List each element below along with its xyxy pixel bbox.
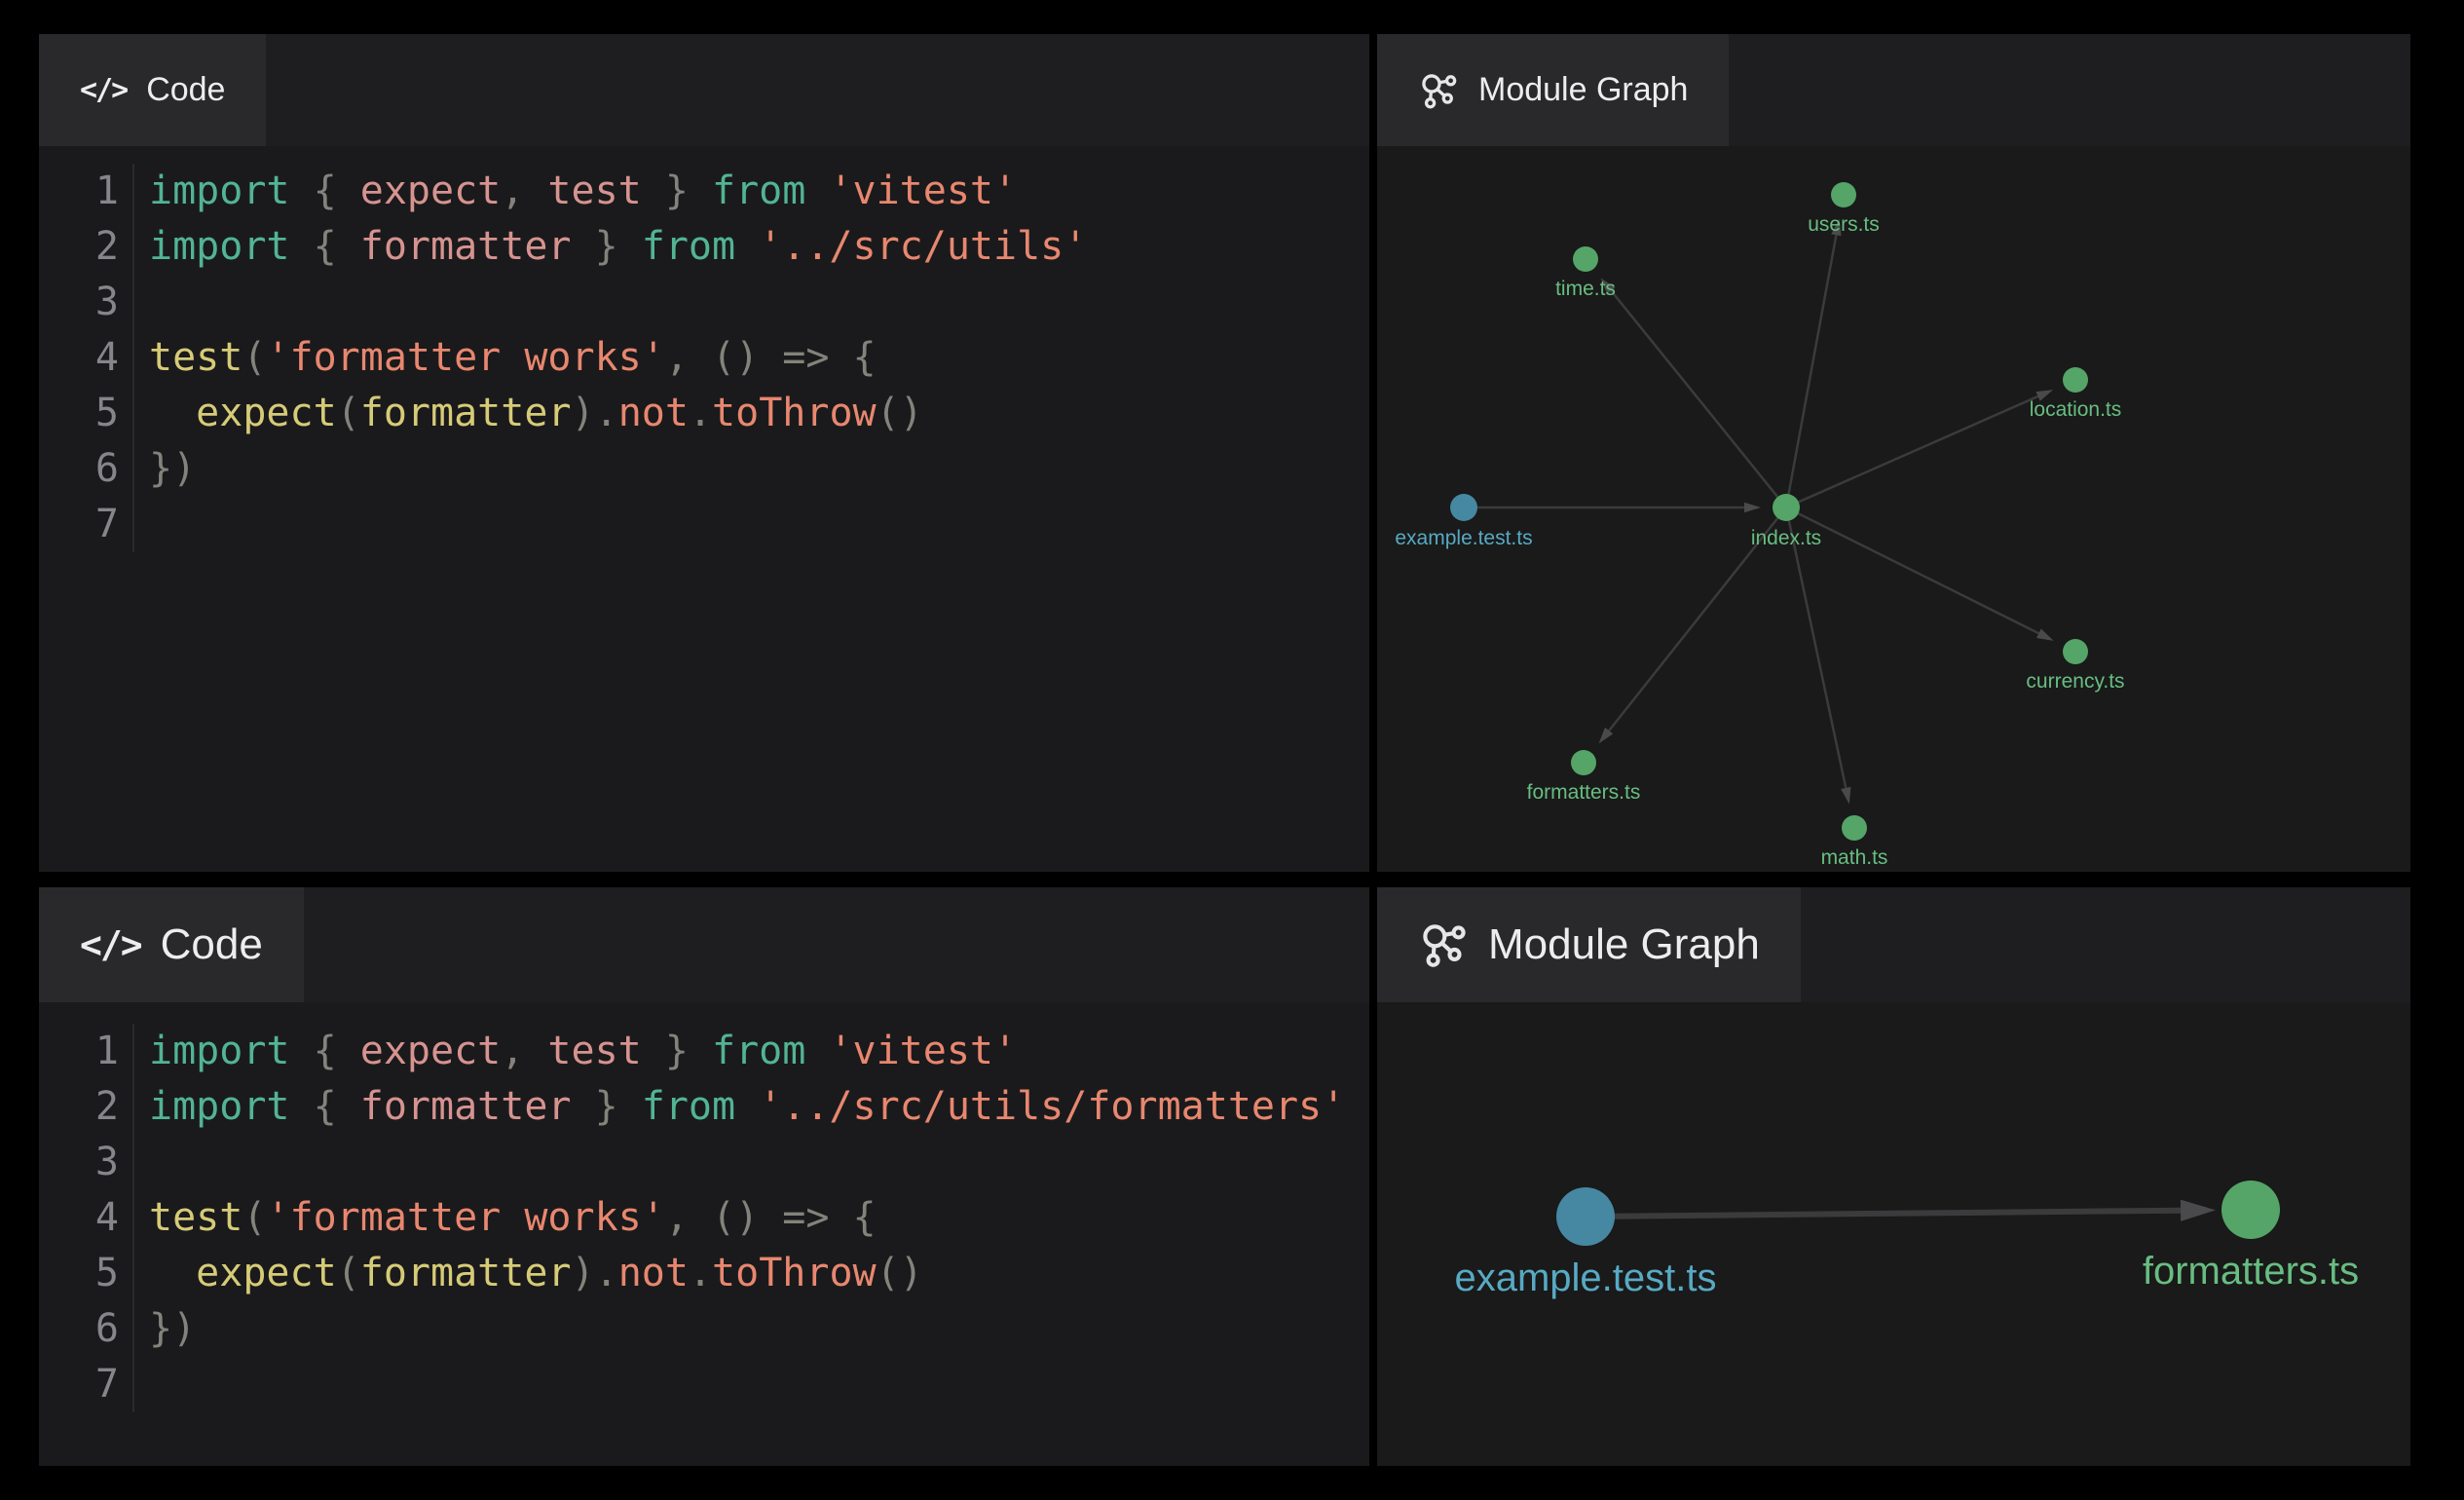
line-number: 2 [39, 1079, 119, 1135]
line-number: 1 [39, 1024, 119, 1079]
code-line [149, 497, 1087, 552]
code-line: test('formatter works', () => { [149, 330, 1087, 386]
graph-node-example.test.ts[interactable] [1556, 1187, 1615, 1246]
graph-node-index.ts[interactable] [1773, 494, 1800, 521]
tab-code-bottom[interactable]: </> Code [39, 887, 304, 1002]
graph-node-label-example.test.ts: example.test.ts [1454, 1256, 1716, 1299]
code-icon: </> [80, 923, 141, 966]
graph-edge-arrowhead [2181, 1200, 2216, 1221]
module-graph-icon [1418, 919, 1469, 970]
code-line: expect(formatter).not.toThrow() [149, 386, 1087, 441]
graph-edge [1613, 1211, 2181, 1217]
graph-edge [1797, 396, 2038, 503]
graph-node-math.ts[interactable] [1842, 815, 1867, 841]
graph-node-label-formatters.ts: formatters.ts [1527, 781, 1641, 804]
graph-node-label-currency.ts: currency.ts [2026, 670, 2124, 693]
code-line: import { expect, test } from 'vitest' [149, 164, 1087, 219]
graph-node-label-math.ts: math.ts [1821, 846, 1888, 869]
graph-node-label-formatters.ts: formatters.ts [2143, 1250, 2359, 1293]
line-number: 6 [39, 1301, 119, 1357]
module-graph-panel-bottom: Module Graph example.test.ts formatters.t… [1377, 887, 2410, 1466]
graph-edge [1788, 519, 1846, 788]
graph-node-users.ts[interactable] [1831, 182, 1856, 207]
graph-node-time.ts[interactable] [1573, 246, 1598, 272]
line-number: 5 [39, 1246, 119, 1301]
graph-tabbar-top: Module Graph [1377, 34, 2410, 146]
line-number-gutter: 1234567 [39, 164, 134, 552]
tab-code-label: Code [161, 920, 263, 969]
graph-node-label-index.ts: index.ts [1751, 527, 1821, 549]
line-number: 7 [39, 1357, 119, 1412]
app-canvas: { "colors": { "node_module": "#55a468", … [0, 0, 2464, 1500]
graph-edge [1797, 512, 2039, 633]
code-lines: import { expect, test } from 'vitest'imp… [134, 164, 1087, 552]
code-tabbar-top: </> Code [39, 34, 1369, 146]
line-number: 2 [39, 219, 119, 275]
tab-module-graph-bottom[interactable]: Module Graph [1377, 887, 1801, 1002]
graph-node-formatters.ts[interactable] [2221, 1181, 2280, 1239]
graph-node-label-example.test.ts: example.test.ts [1395, 527, 1532, 549]
code-line [149, 275, 1087, 330]
module-graph-canvas-top[interactable]: time.ts users.ts location.ts example.test.t… [1377, 146, 2410, 872]
code-line: import { formatter } from '../src/utils' [149, 219, 1087, 275]
graph-edge-arrowhead [1744, 503, 1761, 513]
code-panel-top: </> Code 1234567import { expect, test } … [39, 34, 1369, 872]
graph-edge [1788, 235, 1836, 496]
code-line: expect(formatter).not.toThrow() [149, 1246, 1345, 1301]
graph-node-currency.ts[interactable] [2063, 639, 2088, 664]
tab-module-graph-label: Module Graph [1488, 920, 1760, 969]
graph-node-example.test.ts[interactable] [1450, 494, 1477, 521]
code-line [149, 1135, 1345, 1190]
line-number: 1 [39, 164, 119, 219]
code-line: import { formatter } from '../src/utils/… [149, 1079, 1345, 1135]
module-graph-icon [1418, 70, 1459, 111]
line-number-gutter: 1234567 [39, 1024, 134, 1412]
module-graph-svg: example.test.ts formatters.ts [1377, 1002, 2410, 1466]
code-line [149, 1357, 1345, 1412]
code-line: import { expect, test } from 'vitest' [149, 1024, 1345, 1079]
code-editor-bottom[interactable]: 1234567import { expect, test } from 'vit… [39, 1002, 1369, 1412]
tab-module-graph-top[interactable]: Module Graph [1377, 34, 1729, 146]
line-number: 4 [39, 1190, 119, 1246]
line-number: 5 [39, 386, 119, 441]
line-number: 7 [39, 497, 119, 552]
tab-module-graph-label: Module Graph [1478, 71, 1688, 109]
code-tabbar-bottom: </> Code [39, 887, 1369, 1002]
module-graph-panel-top: Module Graph time.ts users.ts location.ts e… [1377, 34, 2410, 872]
code-line: }) [149, 1301, 1345, 1357]
graph-edge-arrowhead [2036, 629, 2054, 641]
line-number: 3 [39, 275, 119, 330]
graph-node-formatters.ts[interactable] [1571, 750, 1596, 775]
graph-node-label-users.ts: users.ts [1808, 213, 1880, 236]
code-panel-bottom: </> Code 1234567import { expect, test } … [39, 887, 1369, 1466]
code-editor-top[interactable]: 1234567import { expect, test } from 'vit… [39, 146, 1369, 552]
code-line: test('formatter works', () => { [149, 1190, 1345, 1246]
graph-node-location.ts[interactable] [2063, 367, 2088, 393]
line-number: 6 [39, 441, 119, 497]
graph-node-label-location.ts: location.ts [2030, 398, 2122, 421]
line-number: 3 [39, 1135, 119, 1190]
code-lines: import { expect, test } from 'vitest'imp… [134, 1024, 1345, 1412]
graph-tabbar-bottom: Module Graph [1377, 887, 2410, 1002]
module-graph-canvas-bottom[interactable]: example.test.ts formatters.ts [1377, 1002, 2410, 1466]
tab-code-label: Code [146, 71, 225, 109]
graph-edge-arrowhead [1841, 787, 1850, 805]
module-graph-svg: time.ts users.ts location.ts example.test.t… [1377, 146, 2410, 872]
tab-code-top[interactable]: </> Code [39, 34, 266, 146]
code-icon: </> [80, 73, 127, 107]
graph-edge [1611, 291, 1778, 499]
line-number: 4 [39, 330, 119, 386]
code-line: }) [149, 441, 1087, 497]
graph-node-label-time.ts: time.ts [1555, 278, 1616, 300]
